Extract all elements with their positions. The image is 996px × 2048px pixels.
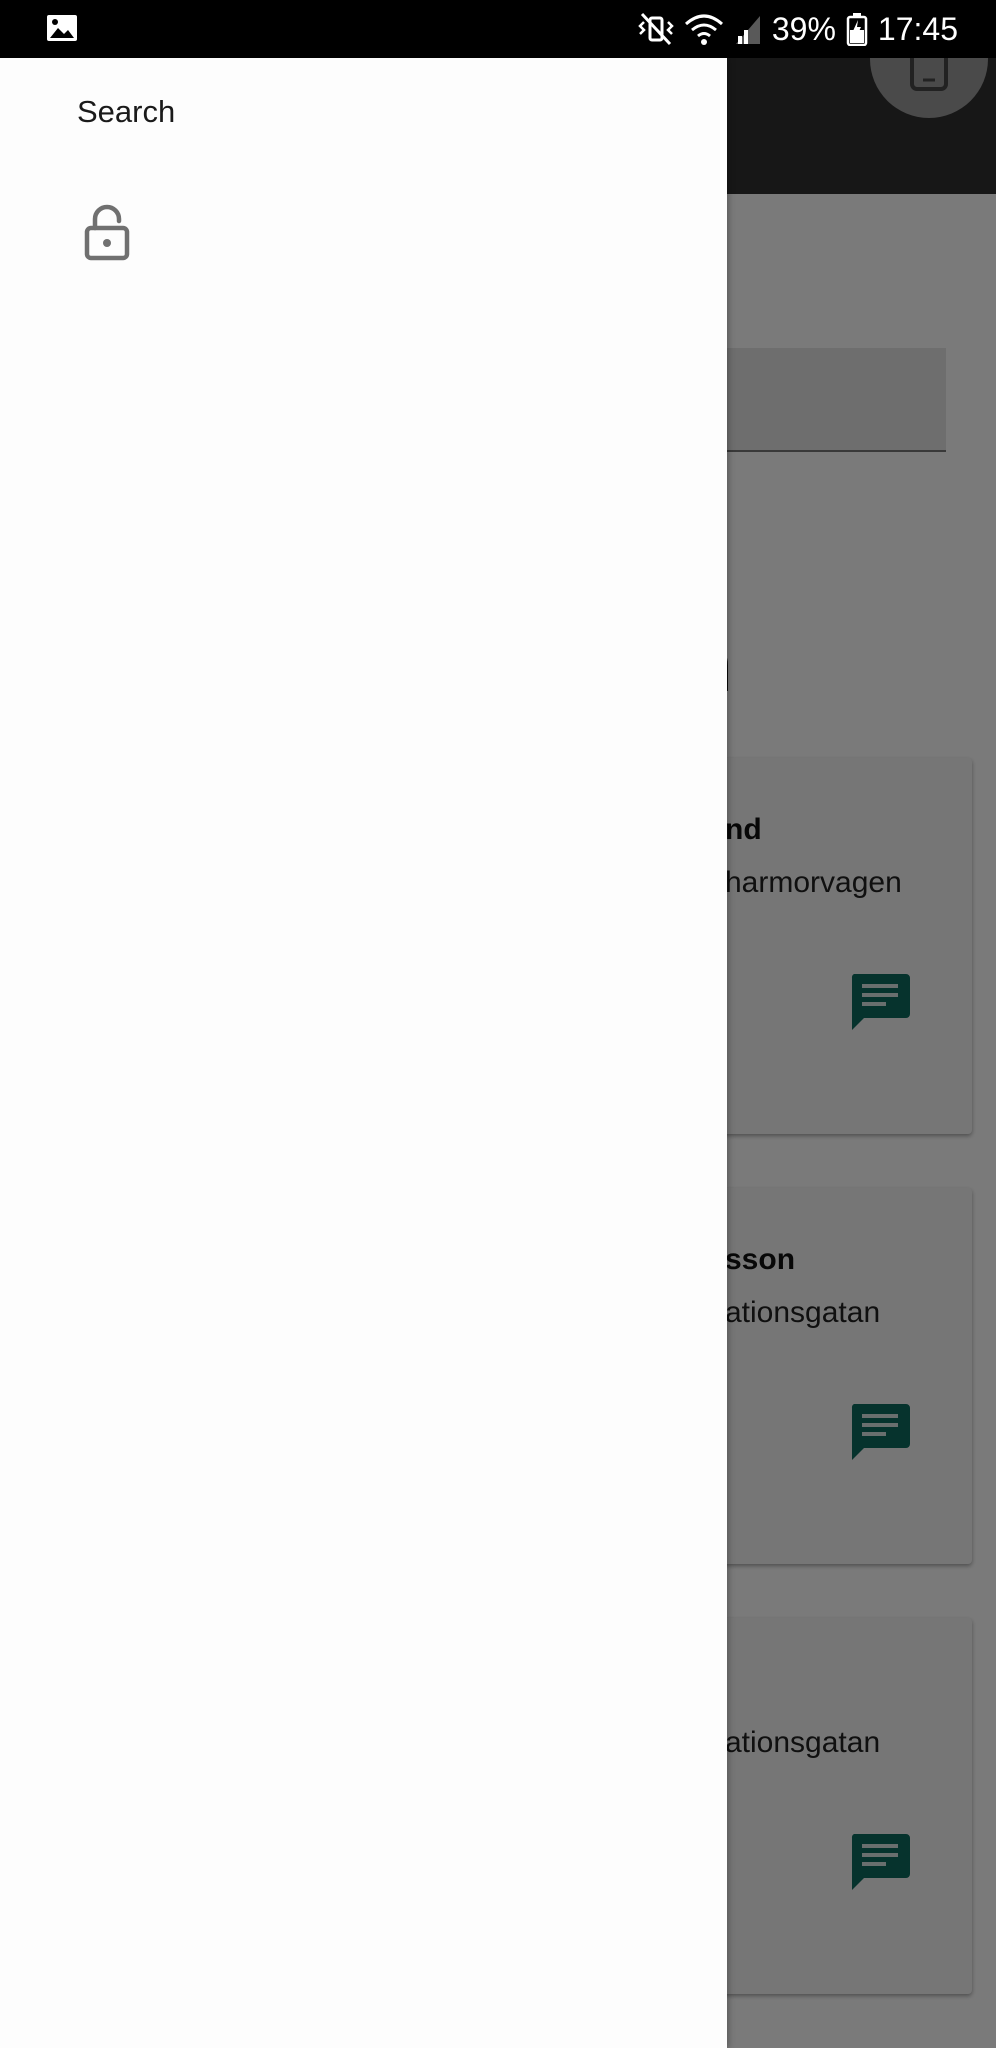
status-icons: 39% 17:45 bbox=[638, 8, 958, 50]
clock: 17:45 bbox=[877, 10, 958, 47]
vibrate-icon bbox=[638, 12, 674, 46]
wifi-icon bbox=[684, 14, 723, 45]
signal-icon bbox=[735, 16, 760, 44]
battery-percent: 39% bbox=[771, 10, 836, 47]
gallery-icon bbox=[47, 15, 77, 41]
phone-icon bbox=[910, 58, 948, 91]
drawer-title: Search bbox=[77, 94, 176, 129]
navigation-drawer: Search bbox=[0, 58, 727, 2048]
lock-open-icon[interactable] bbox=[78, 204, 136, 262]
status-bar: 39% 17:45 bbox=[0, 0, 996, 58]
battery-icon bbox=[846, 13, 868, 46]
